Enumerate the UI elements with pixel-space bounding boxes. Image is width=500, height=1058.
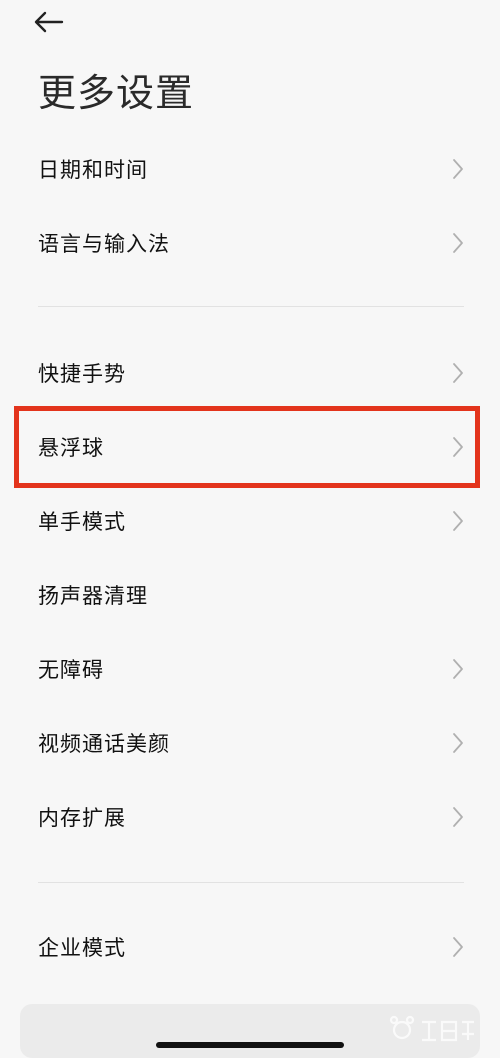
chevron-right-icon	[453, 511, 463, 531]
settings-item-one-handed-mode[interactable]: 单手模式	[0, 484, 500, 558]
chevron-right-icon	[453, 937, 463, 957]
settings-item-video-call-beauty[interactable]: 视频通话美颜	[0, 706, 500, 780]
settings-item-date-time[interactable]: 日期和时间	[0, 132, 500, 206]
settings-item-label: 单手模式	[38, 510, 126, 534]
settings-item-label: 日期和时间	[38, 158, 148, 182]
settings-item-speaker-cleaning[interactable]: 扬声器清理	[0, 558, 500, 632]
settings-item-memory-extension[interactable]: 内存扩展	[0, 780, 500, 854]
chevron-right-icon	[453, 733, 463, 753]
settings-item-label: 快捷手势	[38, 362, 126, 386]
settings-item-language-input[interactable]: 语言与输入法	[0, 206, 500, 280]
back-button[interactable]	[34, 6, 74, 38]
home-indicator[interactable]	[156, 1042, 344, 1048]
settings-item-quick-gestures[interactable]: 快捷手势	[0, 336, 500, 410]
chevron-right-icon	[453, 159, 463, 179]
chevron-right-icon	[453, 363, 463, 383]
settings-item-accessibility[interactable]: 无障碍	[0, 632, 500, 706]
settings-item-label: 内存扩展	[38, 806, 126, 830]
settings-item-label: 语言与输入法	[38, 232, 170, 256]
page-title: 更多设置	[38, 71, 195, 115]
settings-item-enterprise-mode[interactable]: 企业模式	[0, 910, 500, 984]
section-divider	[38, 306, 464, 307]
more-settings-screen: 更多设置 日期和时间 语言与输入法 快捷手势 悬浮球 单手模式 扬声器清理 无障…	[0, 0, 500, 1058]
arrow-left-icon	[34, 11, 64, 33]
chevron-right-icon	[453, 659, 463, 679]
chevron-right-icon	[453, 807, 463, 827]
section-divider	[38, 882, 464, 883]
settings-item-label: 无障碍	[38, 658, 104, 682]
chevron-right-icon	[453, 233, 463, 253]
settings-item-label: 扬声器清理	[38, 584, 148, 608]
baidu-jingyan-logo	[389, 1015, 474, 1042]
settings-item-label: 企业模式	[38, 936, 126, 960]
highlight-annotation	[14, 406, 480, 488]
settings-item-label: 视频通话美颜	[38, 732, 170, 756]
